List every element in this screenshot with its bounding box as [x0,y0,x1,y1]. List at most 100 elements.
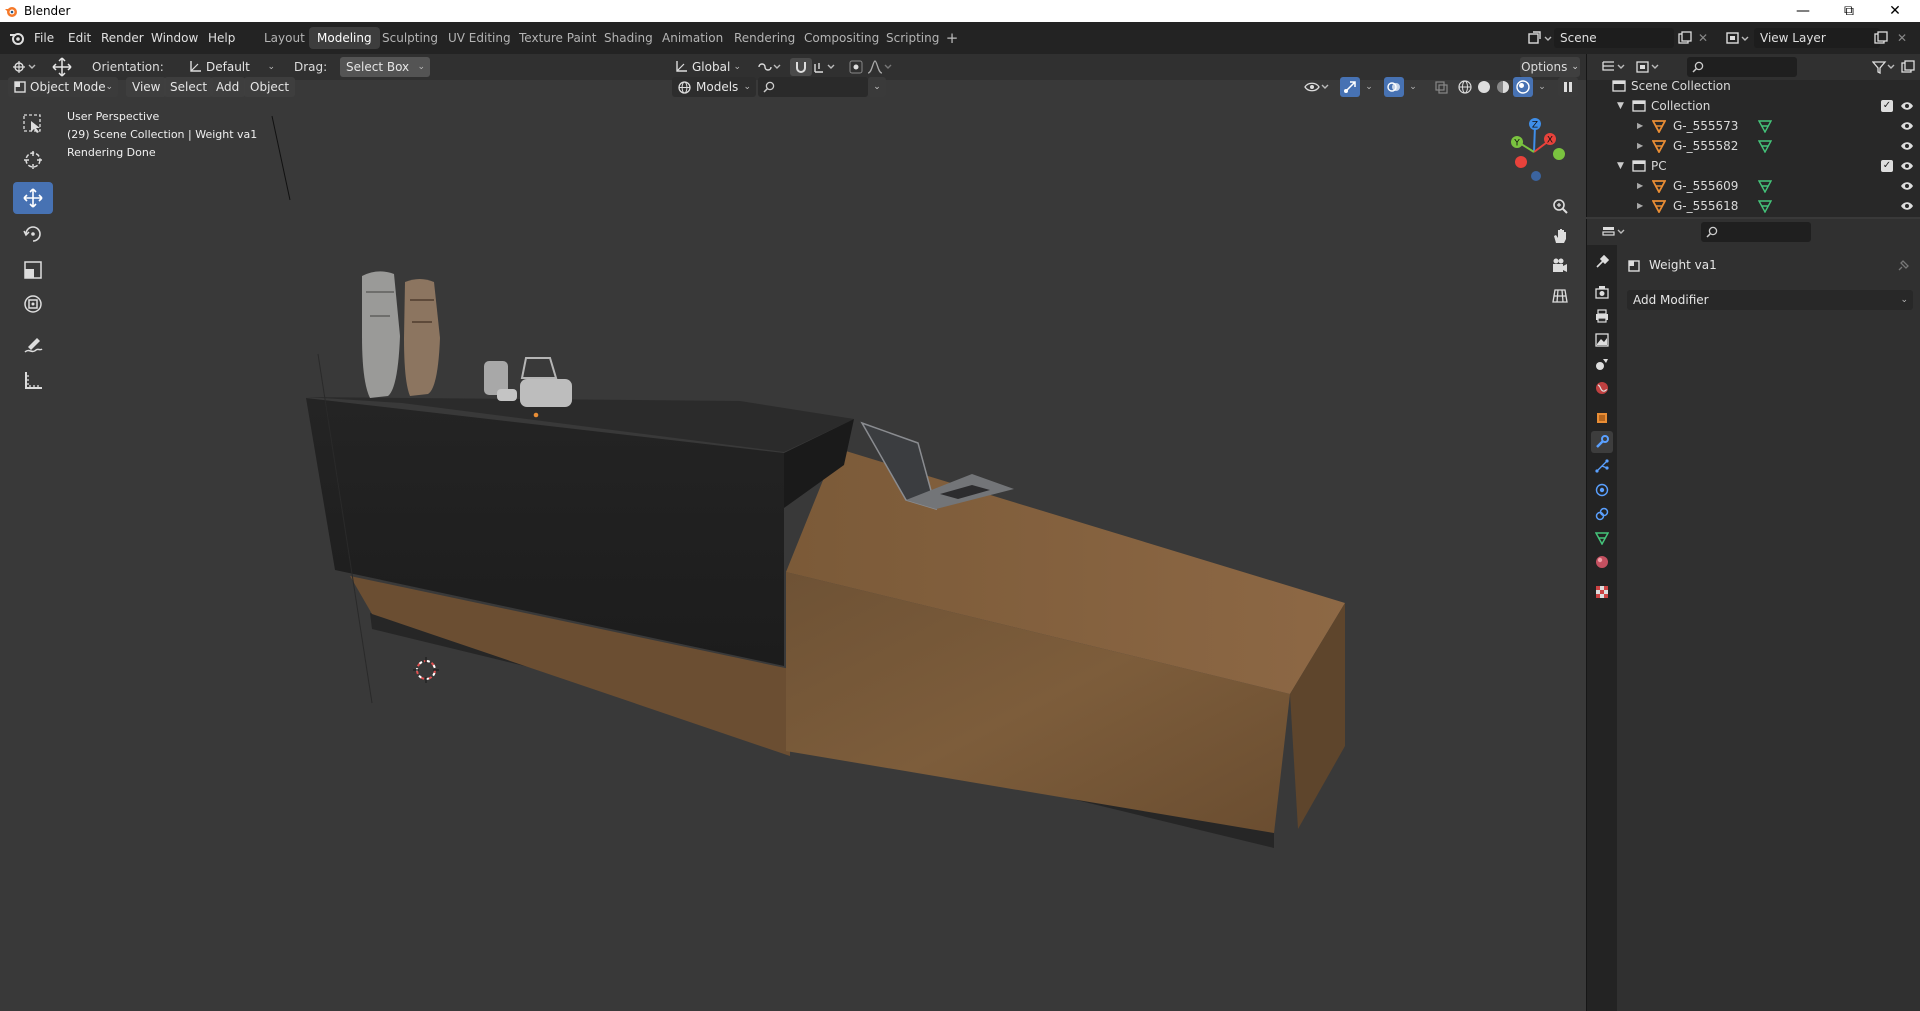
collection-filter-dropdown[interactable]: Models ⌄ [672,77,756,97]
ortho-toggle-button[interactable] [1548,284,1572,308]
outliner-row-scene-collection[interactable]: Scene Collection [1587,76,1920,96]
select-box-tool[interactable] [13,108,53,140]
scale-tool[interactable] [13,254,53,286]
tab-particles[interactable] [1591,455,1613,477]
display-mode-icon[interactable] [1635,58,1663,76]
pause-render-icon[interactable] [1558,77,1578,97]
pan-button[interactable] [1548,224,1572,248]
tab-animation[interactable]: Animation [654,27,731,49]
expand-object-icon[interactable]: ▶ [1637,196,1643,216]
view-layer-icon[interactable] [1724,29,1752,47]
viewport-search-input[interactable] [758,77,868,97]
cursor-tool[interactable] [13,144,53,176]
tab-render[interactable] [1591,281,1613,303]
measure-tool[interactable] [13,364,53,396]
collection-visibility-eye-icon[interactable] [1899,159,1915,173]
rendered-shading-icon[interactable] [1513,77,1533,97]
new-collection-icon[interactable] [1899,58,1917,76]
menu-render[interactable]: Render [96,28,149,48]
move-tool-icon[interactable] [50,56,74,78]
collection-visibility-eye-icon[interactable] [1899,99,1915,113]
move-tool[interactable] [13,182,53,214]
tab-constraints[interactable] [1591,503,1613,525]
tab-texture[interactable] [1591,581,1613,603]
3d-viewport[interactable]: User Perspective (29) Scene Collection |… [0,96,1586,1011]
restore-button[interactable]: ⧉ [1826,0,1872,22]
shading-options-icon[interactable]: ⌄ [1535,78,1549,96]
camera-view-button[interactable] [1548,254,1572,278]
delete-scene-icon[interactable]: ✕ [1695,29,1711,47]
orientation-dropdown[interactable]: Default ⌄ [184,57,280,77]
tab-scripting[interactable]: Scripting [878,27,947,49]
viewport-menu-object[interactable]: Object [244,77,296,97]
outliner-row-object[interactable]: ▶ G-_555609 [1587,176,1920,196]
tab-compositing[interactable]: Compositing [796,27,887,49]
tab-layout[interactable]: Layout [256,27,313,49]
filter-icon[interactable] [1871,58,1897,76]
overlay-toggle-icon[interactable] [1384,77,1404,97]
tab-sculpting[interactable]: Sculpting [374,27,446,49]
scene-selector-icon[interactable] [1526,29,1554,47]
add-workspace-icon[interactable]: + [944,29,960,47]
outliner-row-object[interactable]: ▶ G-_555582 [1587,136,1920,156]
expand-object-icon[interactable]: ▶ [1637,116,1643,136]
minimize-button[interactable]: — [1780,0,1826,22]
material-shading-icon[interactable] [1494,78,1512,96]
overlay-options-icon[interactable]: ⌄ [1406,78,1420,96]
menu-edit[interactable]: Edit [63,28,96,48]
new-scene-icon[interactable] [1676,29,1694,47]
snap-target-icon[interactable] [812,58,840,76]
tab-data[interactable] [1591,527,1613,549]
editor-type-icon[interactable] [10,57,40,77]
viewport-menu-add[interactable]: Add [210,77,246,97]
expand-object-icon[interactable]: ▶ [1637,136,1643,156]
object-visibility-eye-icon[interactable] [1899,139,1915,153]
wireframe-shading-icon[interactable] [1456,78,1474,96]
navigation-gizmo[interactable]: Z X Y [1492,112,1572,192]
tab-texture-paint[interactable]: Texture Paint [511,27,604,49]
tab-tool[interactable] [1591,251,1613,273]
tab-world[interactable] [1591,377,1613,399]
drag-dropdown[interactable]: Select Box ⌄ [340,57,430,77]
collection-checkbox[interactable]: ✓ [1881,100,1893,112]
tab-rendering[interactable]: Rendering [726,27,803,49]
expand-collection-icon[interactable]: ▼ [1617,96,1624,116]
add-modifier-dropdown[interactable]: Add Modifier ⌄ [1627,290,1913,310]
tab-scene[interactable] [1591,353,1613,375]
object-visibility-eye-icon[interactable] [1899,179,1915,193]
mode-dropdown[interactable]: Object Mode ⌄ [8,77,118,97]
gizmo-options-icon[interactable]: ⌄ [1362,78,1376,96]
tab-uv-editing[interactable]: UV Editing [440,27,519,49]
menu-help[interactable]: Help [203,28,240,48]
expand-collection-icon[interactable]: ▼ [1617,156,1624,176]
zoom-button[interactable] [1548,194,1572,218]
outliner-row-collection[interactable]: ▼ PC ✓ [1587,156,1920,176]
solid-shading-icon[interactable] [1475,78,1493,96]
viewport-menu-select[interactable]: Select [164,77,214,97]
outliner-row-object[interactable]: ▶ G-_555573 [1587,116,1920,136]
transform-tool[interactable] [13,288,53,320]
pin-icon[interactable] [1895,258,1911,274]
blender-menu-icon[interactable] [8,30,26,46]
rotate-tool[interactable] [13,218,53,250]
properties-editor-type-icon[interactable] [1601,223,1629,241]
snap-toggle-icon[interactable] [790,58,812,76]
scene-name-field[interactable]: Scene [1554,28,1674,48]
transform-orientation-dropdown[interactable]: Global ⌄ [670,57,746,77]
outliner-editor-type-icon[interactable] [1601,58,1629,76]
visibility-selector-icon[interactable] [1302,78,1332,96]
outliner-row-collection[interactable]: ▼ Collection ✓ [1587,96,1920,116]
new-view-layer-icon[interactable] [1872,29,1890,47]
tab-view-layer[interactable] [1591,329,1613,351]
viewport-menu-view[interactable]: View [126,77,167,97]
tab-modifiers[interactable] [1591,431,1613,453]
close-button[interactable]: ✕ [1872,0,1918,22]
view-layer-name-field[interactable]: View Layer [1754,28,1880,48]
tab-modeling[interactable]: Modeling [309,27,380,49]
collection-checkbox[interactable]: ✓ [1881,160,1893,172]
delete-view-layer-icon[interactable]: ✕ [1894,29,1910,47]
outliner-row-object[interactable]: ▶ G-_555618 [1587,196,1920,216]
tab-output[interactable] [1591,305,1613,327]
pivot-point-icon[interactable] [756,58,784,76]
annotate-tool[interactable] [13,330,53,362]
